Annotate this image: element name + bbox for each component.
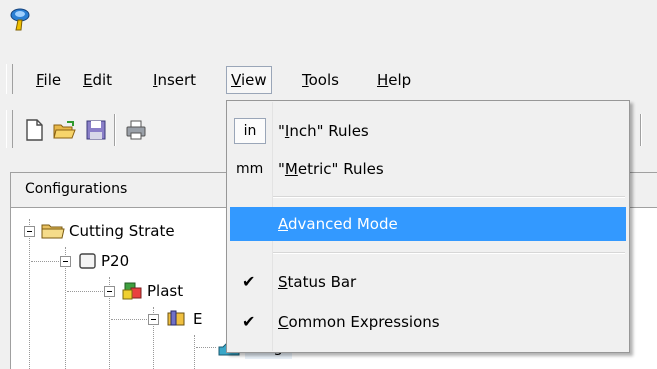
menu-item-label: "Inch" Rules [278,122,369,140]
menu-item-advanced-mode[interactable]: Advanced Mode [230,207,626,241]
menu-item-label: Status Bar [278,273,357,291]
material-icon [79,253,96,269]
plastic-icon [122,282,142,300]
app-logo-icon [10,8,30,31]
collapse-icon[interactable] [60,256,71,267]
menu-help[interactable]: Help [373,68,415,92]
tree-connector [67,291,103,293]
menu-edit[interactable]: Edit [79,68,116,92]
menu-tools[interactable]: Tools [298,68,343,92]
folder-icon [41,224,65,239]
toolbar-grip[interactable] [6,110,13,148]
new-document-icon[interactable] [22,118,46,142]
tree-item-cutting-strategy[interactable]: Cutting Strate [11,219,231,243]
menu-file[interactable]: File [32,68,65,92]
menu-item-label: Common Expressions [278,313,440,331]
save-icon[interactable] [84,118,108,142]
print-icon[interactable] [124,118,148,142]
open-folder-icon[interactable] [52,118,76,142]
view-menu-dropdown: in "Inch" Rules mm "Metric" Rules Advanc… [226,100,630,353]
tree-connector [111,319,147,321]
collapse-icon[interactable] [24,226,35,237]
menu-separator [273,252,625,254]
menu-item-inch-rules[interactable]: in "Inch" Rules [230,114,626,148]
tree-item-e[interactable]: E [11,307,231,331]
menu-item-label: Advanced Mode [278,215,398,233]
collapse-icon[interactable] [104,286,115,297]
toolbar-separator [114,114,116,146]
tree-item-plastic[interactable]: Plast [11,279,231,303]
collapse-icon[interactable] [148,314,159,325]
toolbar-separator-right [640,114,642,146]
checkmark-icon: ✔ [242,272,256,291]
menu-insert[interactable]: Insert [149,68,200,92]
tool-icon [167,310,185,326]
checkmark-icon: ✔ [242,312,256,331]
tree-item-p20[interactable]: P20 [11,249,231,273]
tree-connector [196,347,216,349]
menu-bar: File Edit Insert View Tools Help [0,58,657,100]
title-bar [0,0,657,46]
menu-view[interactable]: View [226,66,272,94]
menu-separator [273,196,625,198]
metric-unit-icon: mm [236,161,264,177]
menu-item-metric-rules[interactable]: mm "Metric" Rules [230,152,626,186]
panel-title: Configurations [25,181,128,197]
inch-unit-icon: in [234,118,266,144]
menu-item-common-expressions[interactable]: ✔ Common Expressions [230,305,626,339]
menu-item-label: "Metric" Rules [278,160,384,178]
menubar-grip[interactable] [6,64,13,94]
tree-connector [31,261,59,263]
menu-item-status-bar[interactable]: ✔ Status Bar [230,265,626,299]
